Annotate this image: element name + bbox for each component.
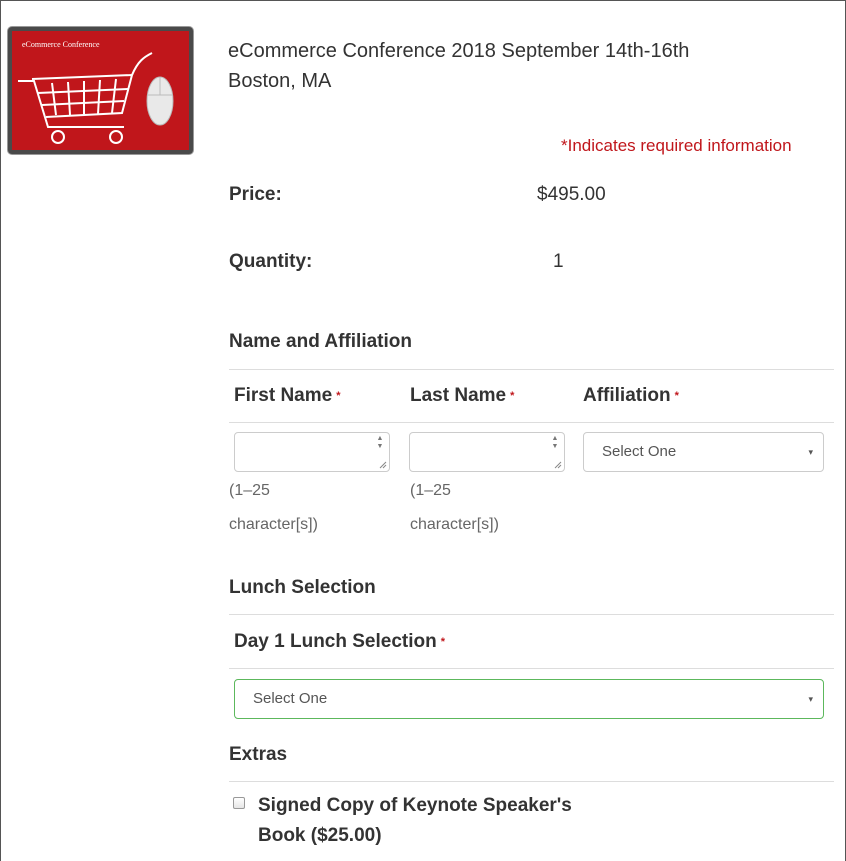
affiliation-select[interactable]: Select One ▾ [583, 432, 824, 472]
signed-book-label-line2[interactable]: Book ($25.00) [258, 821, 718, 851]
required-info-note: *Indicates required information [561, 136, 792, 155]
first-name-field[interactable]: ▲ ▼ [234, 432, 390, 472]
spinner-icon[interactable]: ▲ ▼ [376, 435, 384, 451]
signed-book-label[interactable]: Signed Copy of Keynote Speaker's Book ($… [258, 791, 718, 851]
shopping-cart-icon [18, 52, 174, 144]
price-value: $495.00 [537, 184, 606, 205]
divider [229, 781, 834, 782]
divider [229, 614, 834, 615]
product-thumbnail: eCommerce Conference [8, 27, 193, 154]
required-marker: * [336, 389, 341, 402]
spinner-icon[interactable]: ▲ ▼ [551, 435, 559, 451]
signed-book-label-line1[interactable]: Signed Copy of Keynote Speaker's [258, 791, 718, 821]
resize-grip-icon[interactable] [554, 461, 562, 469]
first-name-hint: (1–25 character[s]) [229, 474, 318, 542]
required-marker: * [674, 389, 679, 402]
signed-book-checkbox[interactable] [233, 797, 245, 809]
lunch-selection-heading: Lunch Selection [229, 577, 376, 598]
day1-lunch-select[interactable]: Select One ▾ [234, 679, 824, 719]
first-name-hint-line1: (1–25 [229, 482, 270, 499]
product-title-line2: Boston, MA [228, 70, 332, 92]
divider [229, 668, 834, 669]
spinner-down-icon[interactable]: ▼ [376, 443, 384, 451]
last-name-field[interactable]: ▲ ▼ [409, 432, 565, 472]
required-marker: * [440, 635, 446, 648]
resize-grip-icon[interactable] [379, 461, 387, 469]
affiliation-label: Affiliation * [583, 385, 679, 407]
spinner-up-icon[interactable]: ▲ [376, 435, 384, 443]
spinner-down-icon[interactable]: ▼ [551, 443, 559, 451]
first-name-label-text: First Name [234, 385, 333, 406]
day1-lunch-label-text: Day 1 Lunch Selection [234, 631, 437, 652]
spinner-up-icon[interactable]: ▲ [551, 435, 559, 443]
extras-heading: Extras [229, 744, 288, 765]
product-title-line1: eCommerce Conference 2018 September 14th… [228, 40, 690, 62]
first-name-hint-line2: character[s]) [229, 516, 318, 533]
quantity-value: 1 [553, 251, 564, 272]
day1-lunch-selected-value: Select One [253, 690, 328, 707]
affiliation-label-text: Affiliation [583, 385, 671, 406]
day1-lunch-label: Day 1 Lunch Selection * [234, 631, 445, 653]
divider [229, 422, 834, 423]
name-affiliation-heading: Name and Affiliation [229, 331, 412, 352]
last-name-hint: (1–25 character[s]) [410, 474, 499, 542]
chevron-down-icon[interactable]: ▾ [808, 433, 813, 471]
last-name-hint-line1: (1–25 [410, 482, 451, 499]
price-label: Price: [229, 184, 282, 205]
chevron-down-icon[interactable]: ▾ [808, 680, 813, 718]
affiliation-selected-value: Select One [602, 443, 677, 460]
first-name-label: First Name * [234, 385, 340, 407]
last-name-label: Last Name * [410, 385, 514, 407]
divider [229, 369, 834, 370]
product-title: eCommerce Conference 2018 September 14th… [228, 36, 828, 96]
last-name-hint-line2: character[s]) [410, 516, 499, 533]
last-name-label-text: Last Name [410, 385, 507, 406]
required-marker: * [510, 389, 515, 402]
quantity-label: Quantity: [229, 251, 313, 272]
